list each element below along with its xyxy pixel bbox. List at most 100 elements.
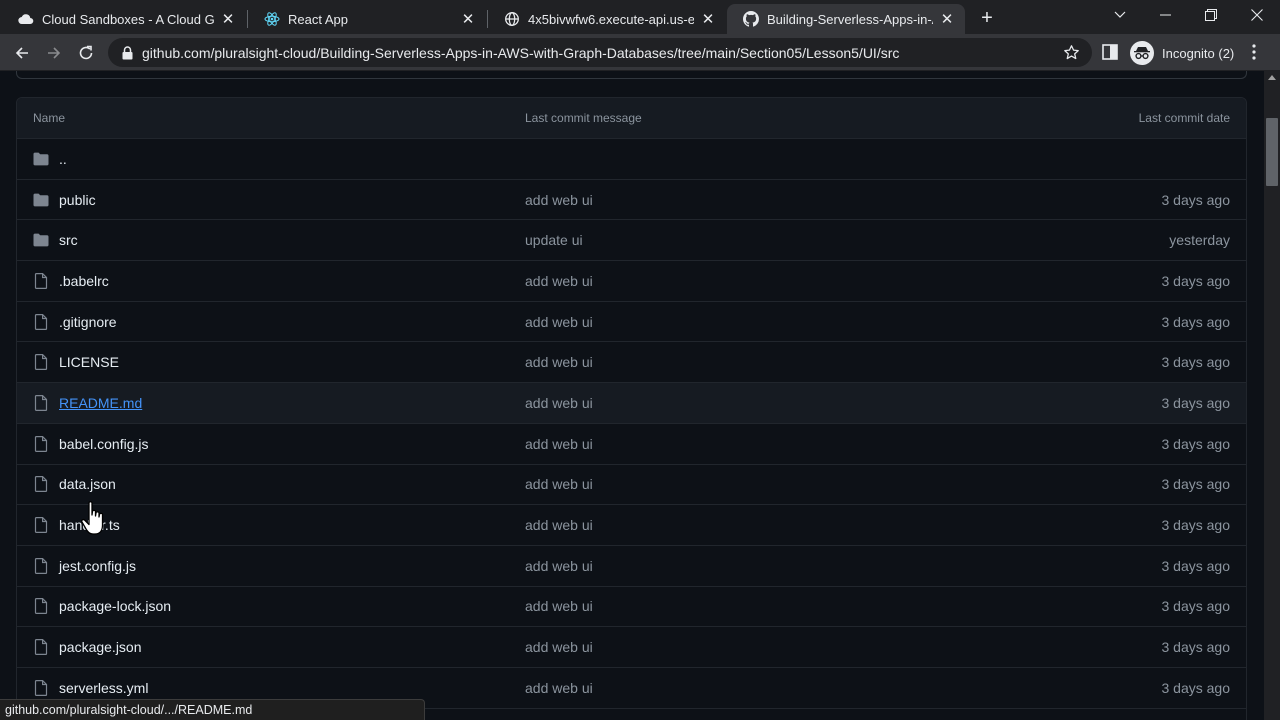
- cloud-icon: [18, 11, 34, 27]
- commit-message-link[interactable]: update ui: [525, 232, 583, 248]
- file-table-header: Name Last commit message Last commit dat…: [17, 98, 1246, 139]
- status-bubble: github.com/pluralsight-cloud/.../README.…: [0, 699, 425, 720]
- commit-message-link[interactable]: add web ui: [525, 354, 593, 370]
- table-row[interactable]: LICENSE add web ui 3 days ago: [17, 342, 1246, 384]
- close-icon[interactable]: ✕: [700, 11, 716, 28]
- minimize-icon: [1159, 14, 1171, 16]
- page-content: Name Last commit message Last commit dat…: [0, 71, 1264, 720]
- file-icon: [33, 272, 49, 289]
- commit-date: 3 days ago: [1161, 557, 1231, 574]
- table-row[interactable]: .babelrc add web ui 3 days ago: [17, 261, 1246, 302]
- tab-search-button[interactable]: [1097, 0, 1143, 30]
- table-row[interactable]: handler.tsadd web ui3 days ago: [17, 505, 1246, 546]
- arrow-left-icon: [15, 47, 28, 59]
- file-name-link[interactable]: ..: [59, 151, 67, 167]
- file-name-link[interactable]: jest.config.js: [59, 558, 136, 574]
- restore-button[interactable]: [1188, 0, 1234, 30]
- browser-toolbar: github.com/pluralsight-cloud/Building-Se…: [0, 34, 1280, 71]
- chevron-down-icon: [1114, 11, 1126, 18]
- table-row[interactable]: package-lock.json add web ui 3 days ago: [17, 587, 1246, 628]
- commit-message-link[interactable]: add web ui: [525, 558, 593, 574]
- folder-icon: [33, 192, 49, 208]
- commit-message-link[interactable]: add web ui: [525, 598, 593, 614]
- commit-date: 3 days ago: [1161, 476, 1231, 493]
- reload-button[interactable]: [73, 40, 99, 66]
- file-name-link[interactable]: .babelrc: [59, 273, 109, 289]
- table-row[interactable]: ..: [17, 139, 1246, 180]
- forward-button[interactable]: [41, 40, 67, 66]
- page-scrollbar[interactable]: [1264, 71, 1280, 720]
- back-button[interactable]: [9, 40, 35, 66]
- close-icon[interactable]: ✕: [939, 11, 955, 28]
- commit-date: 3 days ago: [1161, 679, 1231, 696]
- incognito-profile-button[interactable]: Incognito (2): [1130, 40, 1234, 66]
- file-name-link[interactable]: .gitignore: [59, 314, 117, 330]
- lock-icon[interactable]: [120, 45, 134, 60]
- close-window-button[interactable]: [1234, 0, 1280, 30]
- table-row[interactable]: README.md add web ui 3 days ago: [17, 383, 1246, 424]
- tab-strip: Cloud Sandboxes - A Cloud Guru ✕ React A…: [0, 0, 1280, 34]
- tab-react-app[interactable]: React App ✕: [248, 4, 486, 34]
- table-row[interactable]: babel.config.js add web ui 3 days ago: [17, 424, 1246, 465]
- header-last-commit-date: Last commit date: [1138, 111, 1230, 125]
- restore-icon: [1205, 9, 1217, 21]
- minimize-button[interactable]: [1142, 0, 1188, 30]
- commit-date: 3 days ago: [1161, 272, 1231, 289]
- file-name-link[interactable]: serverless.yml: [59, 680, 148, 696]
- commit-date: 3 days ago: [1161, 191, 1231, 208]
- table-row[interactable]: src update ui yesterday: [17, 220, 1246, 262]
- commit-message-link[interactable]: add web ui: [525, 680, 593, 696]
- commit-message-link[interactable]: add web ui: [525, 476, 593, 492]
- table-row[interactable]: .gitignore add web ui 3 days ago: [17, 302, 1246, 343]
- commit-date: 3 days ago: [1161, 313, 1231, 330]
- file-icon: [33, 313, 49, 330]
- commit-date: 3 days ago: [1161, 598, 1231, 615]
- commit-date: 3 days ago: [1161, 435, 1231, 452]
- file-icon: [33, 476, 49, 493]
- file-name-link[interactable]: README.md: [59, 395, 142, 411]
- tab-execute-api[interactable]: 4x5bivwfw6.execute-api.us-east- ✕: [488, 4, 726, 34]
- star-icon[interactable]: [1063, 44, 1080, 61]
- folder-icon: [33, 151, 49, 167]
- commit-message-link[interactable]: add web ui: [525, 395, 593, 411]
- file-name-link[interactable]: public: [59, 192, 96, 208]
- file-name-link[interactable]: LICENSE: [59, 354, 119, 370]
- tab-title: React App: [288, 11, 348, 27]
- side-panel-icon[interactable]: [1102, 44, 1118, 60]
- hand-cursor-icon: [81, 501, 104, 535]
- new-tab-button[interactable]: +: [976, 7, 998, 29]
- tab-cloud-sandboxes[interactable]: Cloud Sandboxes - A Cloud Guru ✕: [2, 4, 246, 34]
- address-bar[interactable]: github.com/pluralsight-cloud/Building-Se…: [108, 38, 1092, 67]
- scroll-up-arrow-icon[interactable]: [1268, 75, 1276, 80]
- folder-icon: [33, 232, 49, 248]
- table-row[interactable]: jest.config.js add web ui 3 days ago: [17, 546, 1246, 587]
- scrollbar-thumb[interactable]: [1266, 118, 1278, 186]
- table-row[interactable]: data.json add web ui 3 days ago: [17, 465, 1246, 506]
- tab-github-active[interactable]: Building-Serverless-Apps-in-AWS ✕: [727, 4, 965, 34]
- file-name-link[interactable]: babel.config.js: [59, 436, 149, 452]
- more-menu-icon[interactable]: [1244, 42, 1264, 62]
- file-name-link[interactable]: src: [59, 232, 78, 248]
- table-row[interactable]: package.json add web ui 3 days ago: [17, 627, 1246, 668]
- close-icon[interactable]: ✕: [220, 11, 236, 28]
- file-name-link[interactable]: package-lock.json: [59, 598, 171, 614]
- commit-date: 3 days ago: [1161, 639, 1231, 656]
- commit-message-link[interactable]: add web ui: [525, 192, 593, 208]
- file-icon: [33, 435, 49, 452]
- profile-label: Incognito (2): [1162, 45, 1235, 61]
- file-rows: .. public add web ui 3 days ago src update ui…: [17, 139, 1246, 709]
- file-name-link[interactable]: data.json: [59, 476, 116, 492]
- file-icon: [33, 639, 49, 656]
- commit-message-link[interactable]: add web ui: [525, 273, 593, 289]
- file-icon: [33, 679, 49, 696]
- file-name-link[interactable]: package.json: [59, 639, 142, 655]
- commit-message-link[interactable]: add web ui: [525, 436, 593, 452]
- file-icon: [33, 557, 49, 574]
- close-icon[interactable]: ✕: [460, 11, 476, 28]
- commit-message-link[interactable]: add web ui: [525, 517, 593, 533]
- header-last-commit-message: Last commit message: [525, 111, 642, 125]
- commit-message-link[interactable]: add web ui: [525, 314, 593, 330]
- table-row[interactable]: public add web ui 3 days ago: [17, 180, 1246, 221]
- file-icon: [33, 598, 49, 615]
- commit-message-link[interactable]: add web ui: [525, 639, 593, 655]
